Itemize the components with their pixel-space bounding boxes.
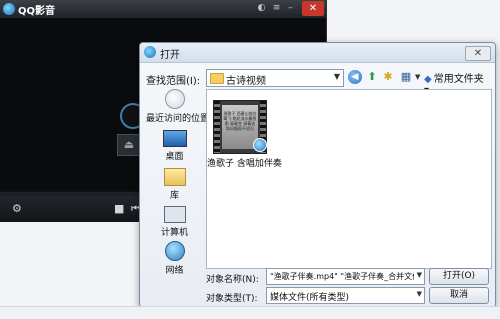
- filename-chevron-down-icon[interactable]: ▼: [417, 271, 422, 279]
- film-strip-left: [214, 101, 220, 153]
- lookin-value: 古诗视频: [226, 76, 266, 87]
- place-label: 最近访问的位置: [146, 114, 210, 124]
- qq-player-logo-icon: [3, 3, 15, 15]
- dialog-close-button[interactable]: ✕: [465, 46, 491, 61]
- place-label: 库: [169, 191, 179, 201]
- chevron-down-icon[interactable]: ▼: [334, 72, 340, 81]
- dialog-titlebar[interactable]: 打开 ✕: [140, 43, 495, 63]
- file-name: 渔歌子 含唱加伴奏: [207, 159, 282, 169]
- favorites-icon: ◆: [424, 74, 432, 85]
- places-bar: 最近访问的位置 桌面 库 计算机 网络: [146, 89, 210, 276]
- player-titlebar[interactable]: QQ影音 ◐ ≡ – ✕: [0, 0, 326, 18]
- open-button[interactable]: 打开(O): [429, 268, 489, 285]
- filetype-select[interactable]: 媒体文件(所有类型) ▼: [266, 287, 425, 304]
- stop-icon[interactable]: ■: [114, 202, 124, 215]
- back-icon[interactable]: ◀: [348, 70, 362, 84]
- minimize-icon[interactable]: –: [285, 3, 296, 14]
- menu-icon[interactable]: ≡: [271, 3, 282, 14]
- filetype-value: 媒体文件(所有类型): [270, 293, 350, 303]
- player-close-button[interactable]: ✕: [302, 1, 324, 16]
- desktop-strip: [0, 306, 500, 319]
- filename-label: 对象名称(N):: [206, 275, 259, 285]
- settings-icon[interactable]: ⚙: [12, 202, 22, 215]
- favorites-folder-button[interactable]: ◆常用文件夹 ▾: [424, 70, 490, 96]
- place-computer[interactable]: 计算机: [146, 203, 203, 243]
- up-folder-icon[interactable]: ⬆: [365, 70, 379, 84]
- view-menu-icon[interactable]: ▦: [397, 70, 415, 84]
- open-file-button[interactable]: ⏏: [117, 134, 141, 156]
- place-desktop[interactable]: 桌面: [146, 127, 203, 167]
- place-label: 计算机: [160, 228, 188, 238]
- filename-input[interactable]: "渔歌子伴奏.mp4" "渔歌子伴奏_合并文件 ▼: [266, 268, 425, 285]
- filename-value: "渔歌子伴奏.mp4" "渔歌子伴奏_合并文件: [270, 272, 414, 281]
- recent-places-icon: [164, 89, 185, 109]
- desktop-icon: [162, 130, 187, 147]
- lookin-combobox[interactable]: 古诗视频 ▼: [206, 69, 344, 87]
- file-list[interactable]: 渔歌子 西塞山前白鹭飞 桃花流水鳜鱼肥 青箬笠 绿蓑衣 斜风细雨不须归 渔歌子 …: [206, 89, 492, 269]
- new-folder-icon[interactable]: ✱: [381, 70, 395, 84]
- filetype-chevron-down-icon[interactable]: ▼: [417, 290, 422, 298]
- dialog-title: 打开: [160, 50, 180, 61]
- favorites-label: 常用文件夹: [433, 74, 484, 85]
- folder-icon: [210, 73, 224, 84]
- view-chevron-down-icon[interactable]: ▼: [415, 73, 420, 81]
- library-icon: [163, 168, 186, 186]
- place-library[interactable]: 库: [146, 165, 203, 205]
- skin-icon[interactable]: ◐: [256, 3, 267, 14]
- thumbnail-text: 渔歌子 西塞山前白鹭飞 桃花流水鳜鱼肥 青箬笠 绿蓑衣 斜风细雨不须归: [223, 111, 257, 131]
- place-label: 桌面: [165, 152, 184, 162]
- network-icon: [164, 241, 185, 261]
- qq-player-file-icon: [253, 138, 267, 152]
- file-item[interactable]: 渔歌子 西塞山前白鹭飞 桃花流水鳜鱼肥 青箬笠 绿蓑衣 斜风细雨不须归 渔歌子 …: [207, 100, 282, 169]
- open-dialog: 打开 ✕ 查找范围(I): 古诗视频 ▼ ◀ ⬆ ✱ ▦ ▼ ◆常用文件夹 ▾ …: [139, 42, 496, 308]
- place-recent[interactable]: 最近访问的位置: [146, 89, 210, 129]
- player-title: QQ影音: [18, 6, 56, 17]
- place-network[interactable]: 网络: [146, 241, 203, 281]
- dialog-app-icon: [144, 46, 156, 58]
- computer-icon: [163, 206, 186, 223]
- lookin-label: 查找范围(I):: [146, 76, 201, 87]
- place-label: 网络: [165, 266, 184, 276]
- cancel-button[interactable]: 取消: [429, 287, 489, 304]
- filetype-label: 对象类型(T):: [206, 294, 258, 304]
